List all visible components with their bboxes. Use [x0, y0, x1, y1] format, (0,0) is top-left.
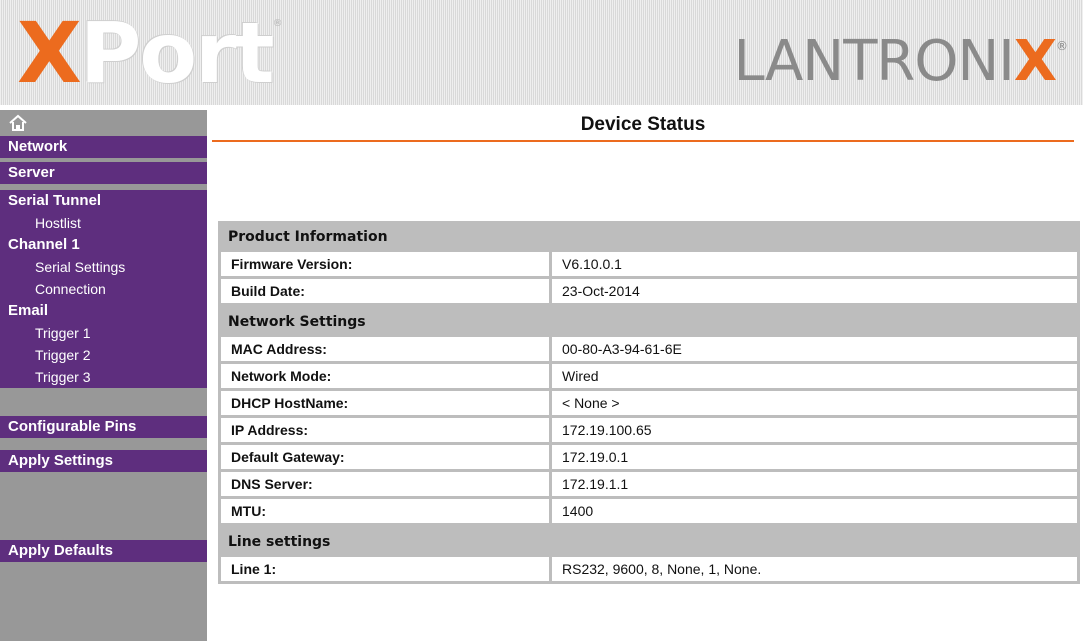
row-label: DNS Server: — [218, 472, 552, 499]
section-heading: Product Information — [218, 221, 1080, 252]
row-value: 00-80-A3-94-61-6E — [552, 337, 1080, 364]
table-row: MTU: 1400 — [218, 499, 1080, 526]
apply-settings-button[interactable]: Apply Settings — [0, 450, 207, 472]
row-label: DHCP HostName: — [218, 391, 552, 418]
sidebar-nav: Network Server Serial Tunnel Hostlist Ch… — [0, 110, 207, 641]
table-row: Default Gateway: 172.19.0.1 — [218, 445, 1080, 472]
row-label: Network Mode: — [218, 364, 552, 391]
row-label: Default Gateway: — [218, 445, 552, 472]
sidebar-item-serial-tunnel[interactable]: Serial Tunnel — [0, 190, 207, 212]
sidebar-item-trigger-3[interactable]: Trigger 3 — [0, 366, 207, 388]
home-icon — [9, 114, 27, 131]
page-title: Device Status — [580, 114, 706, 135]
table-row: Line 1: RS232, 9600, 8, None, 1, None. — [218, 557, 1080, 584]
section-heading: Network Settings — [218, 306, 1080, 337]
apply-defaults-button[interactable]: Apply Defaults — [0, 540, 207, 562]
section-header-network: Network Settings — [218, 306, 1080, 337]
row-value: 172.19.1.1 — [552, 472, 1080, 499]
section-heading: Line settings — [218, 526, 1080, 557]
table-row: Firmware Version: V6.10.0.1 — [218, 252, 1080, 279]
row-value: Wired — [552, 364, 1080, 391]
sidebar-item-network[interactable]: Network — [0, 136, 207, 158]
section-header-product: Product Information — [218, 221, 1080, 252]
lantronix-logo: LANTRONIX® — [733, 29, 1068, 94]
row-label: MTU: — [218, 499, 552, 526]
table-row: DHCP HostName: < None > — [218, 391, 1080, 418]
title-divider — [212, 140, 1074, 142]
row-label: Firmware Version: — [218, 252, 552, 279]
table-row: Build Date: 23-Oct-2014 — [218, 279, 1080, 306]
sidebar-item-connection[interactable]: Connection — [0, 278, 207, 300]
table-row: Network Mode: Wired — [218, 364, 1080, 391]
sidebar-item-email[interactable]: Email — [0, 300, 207, 322]
table-row: IP Address: 172.19.100.65 — [218, 418, 1080, 445]
row-value: RS232, 9600, 8, None, 1, None. — [552, 557, 1080, 584]
row-value: 1400 — [552, 499, 1080, 526]
sidebar-item-configurable-pins[interactable]: Configurable Pins — [0, 416, 207, 438]
row-label: MAC Address: — [218, 337, 552, 364]
row-value: V6.10.0.1 — [552, 252, 1080, 279]
table-row: MAC Address: 00-80-A3-94-61-6E — [218, 337, 1080, 364]
sidebar-item-server[interactable]: Server — [0, 162, 207, 184]
sidebar-item-channel-1[interactable]: Channel 1 — [0, 234, 207, 256]
row-label: Line 1: — [218, 557, 552, 584]
section-header-line: Line settings — [218, 526, 1080, 557]
row-value: < None > — [552, 391, 1080, 418]
xport-logo: XPort® — [17, 4, 283, 102]
sidebar-item-trigger-1[interactable]: Trigger 1 — [0, 322, 207, 344]
row-label: IP Address: — [218, 418, 552, 445]
sidebar-item-hostlist[interactable]: Hostlist — [0, 212, 207, 234]
sidebar-item-serial-settings[interactable]: Serial Settings — [0, 256, 207, 278]
row-value: 23-Oct-2014 — [552, 279, 1080, 306]
sidebar-item-trigger-2[interactable]: Trigger 2 — [0, 344, 207, 366]
row-value: 172.19.100.65 — [552, 418, 1080, 445]
home-link[interactable] — [0, 110, 207, 136]
header-banner: XPort® LANTRONIX® — [0, 0, 1083, 105]
row-label: Build Date: — [218, 279, 552, 306]
row-value: 172.19.0.1 — [552, 445, 1080, 472]
device-status-table: Product Information Firmware Version: V6… — [218, 221, 1080, 584]
table-row: DNS Server: 172.19.1.1 — [218, 472, 1080, 499]
